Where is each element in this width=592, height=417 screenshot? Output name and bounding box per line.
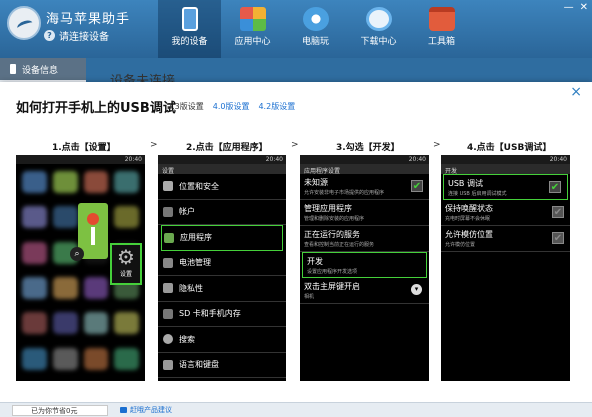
sidebar-item-label: 设备信息 [22, 65, 59, 76]
nav-label: 应用中心 [234, 37, 271, 47]
option-row: 双击主屏键开启 相机 ▾ [300, 278, 429, 304]
step-3-label: 3.勾选【开发】 [336, 143, 400, 153]
nav-label: 工具箱 [427, 37, 455, 47]
status-bar-bottom: 已为你节省0元 赶哦产品建议 [0, 402, 592, 417]
settings-row: 语言和键盘 [158, 353, 286, 378]
battery-icon [163, 257, 173, 268]
dropdown-icon: ▾ [411, 284, 422, 295]
main-nav: 我的设备 应用中心 电脑玩 下载中心 工具箱 [158, 0, 473, 58]
nav-label: 我的设备 [171, 37, 208, 47]
pc-play-icon [302, 7, 329, 31]
nav-label: 电脑玩 [301, 37, 329, 47]
settings-row: 帐户 [158, 200, 286, 225]
nav-label: 下载中心 [360, 37, 397, 47]
close-window-icon[interactable]: ✕ [580, 2, 588, 13]
step-2-label: 2.点击【应用程序】 [186, 143, 268, 153]
step-arrow: > [291, 140, 299, 150]
settings-row: 搜索 [158, 327, 286, 353]
settings-row: 隐私性 [158, 276, 286, 302]
feedback-link[interactable]: 赶哦产品建议 [120, 405, 172, 415]
version-link-4-2[interactable]: 4.2版设置 [258, 101, 295, 112]
checkbox-checked-icon: ✔ [552, 232, 564, 244]
option-row: 未知源 允许安装非电子市场提供的应用程序 ✔ [300, 174, 429, 200]
option-row: 正在运行的服务 查看和控制当前正在运行的服务 [300, 226, 429, 252]
privacy-icon [163, 283, 173, 294]
apps-icon [164, 232, 174, 243]
settings-row: 电池管理 [158, 251, 286, 276]
connect-status-text: 请连接设备 [59, 32, 109, 43]
account-icon [163, 206, 173, 217]
nav-toolbox[interactable]: 工具箱 [410, 0, 473, 58]
sidebar-item-device-info[interactable]: 设备信息 [0, 58, 86, 80]
close-icon[interactable]: × [570, 84, 582, 100]
option-row: 允许模仿位置 允许模仿位置 ✔ [441, 226, 570, 252]
search-icon: ⌕ [70, 247, 84, 261]
app-center-icon [239, 7, 266, 31]
version-links: 2.3版设置 4.0版设置 4.2版设置 [167, 101, 295, 112]
settings-row-highlighted: 应用程序 [161, 225, 283, 251]
option-row: 保持唤醒状态 充电时屏幕不会休眠 ✔ [441, 200, 570, 226]
settings-app-label: 设置 [119, 271, 132, 278]
version-link-4-0[interactable]: 4.0版设置 [213, 101, 250, 112]
nav-download-center[interactable]: 下载中心 [347, 0, 410, 58]
option-row-highlighted: USB 调试 连接 USB 后启用调试模式 ✔ [443, 174, 568, 200]
app-title: 海马苹果助手 [46, 12, 131, 27]
version-link-2-3[interactable]: 2.3版设置 [167, 101, 204, 112]
connect-status[interactable]: ? 请连接设备 [44, 28, 109, 43]
option-row: 管理应用程序 管理和删除安装的应用程序 [300, 200, 429, 226]
usb-debug-dialog: × 如何打开手机上的USB调试 2.3版设置 4.0版设置 4.2版设置 1.点… [0, 82, 592, 402]
checkbox-checked-icon: ✔ [552, 206, 564, 218]
location-icon [163, 181, 173, 192]
settings-app-highlight: ⚙ 设置 [110, 243, 142, 285]
feedback-icon [120, 407, 127, 413]
step-arrow: > [433, 140, 441, 150]
device-icon [181, 7, 198, 31]
download-icon [365, 7, 392, 31]
status-bar: 20:40 [441, 155, 570, 164]
savings-text: 已为你节省0元 [12, 405, 108, 416]
status-bar: 20:40 [16, 155, 145, 164]
feedback-link-text: 赶哦产品建议 [130, 406, 172, 414]
status-bar: 20:40 [300, 155, 429, 164]
minimize-icon[interactable]: — [564, 2, 574, 13]
connect-icon: ? [44, 30, 55, 41]
checkbox-checked-icon: ✔ [411, 180, 423, 192]
screen-header: 应用程序设置 [300, 164, 429, 175]
gear-icon: ⚙ [117, 245, 135, 269]
screen-header: 设置 [158, 164, 286, 175]
phone-screenshot-developer: 20:40 开发 USB 调试 连接 USB 后启用调试模式 ✔ 保持唤醒状态 … [441, 155, 570, 381]
nav-pc-play[interactable]: 电脑玩 [284, 0, 347, 58]
step-1-label: 1.点击【设置】 [52, 143, 116, 153]
step-4-label: 4.点击【USB调试】 [467, 143, 552, 153]
checkbox-checked-icon: ✔ [549, 181, 561, 193]
screen-header: 开发 [441, 164, 570, 175]
status-bar: 20:40 [158, 155, 286, 164]
phone-icon [10, 64, 16, 74]
top-bar: 海马苹果助手 ? 请连接设备 — ✕ 我的设备 应用中心 电脑玩 下载中心 工具… [0, 0, 592, 58]
phone-screenshot-settings: 20:40 设置 位置和安全 帐户 应用程序 电池管理 隐私性 SD 卡和手机内… [158, 155, 286, 381]
window-controls: — ✕ [564, 2, 588, 13]
nav-my-device[interactable]: 我的设备 [158, 0, 221, 58]
step-arrow: > [150, 140, 158, 150]
toolbox-icon [428, 7, 455, 31]
settings-row: SD 卡和手机内存 [158, 302, 286, 327]
keyboard-icon [163, 359, 173, 370]
option-row-highlighted: 开发 设置应用程序开发选项 [302, 252, 427, 278]
search-icon [163, 334, 173, 345]
sd-card-icon [163, 308, 173, 319]
phone-screenshot-home: 20:40 ⌕ ⚙ 设置 [16, 155, 145, 381]
dialog-title: 如何打开手机上的USB调试 [16, 101, 176, 116]
settings-row: 位置和安全 [158, 174, 286, 200]
phone-screenshot-app-settings: 20:40 应用程序设置 未知源 允许安装非电子市场提供的应用程序 ✔ 管理应用… [300, 155, 429, 381]
app-logo [7, 6, 41, 40]
nav-app-center[interactable]: 应用中心 [221, 0, 284, 58]
